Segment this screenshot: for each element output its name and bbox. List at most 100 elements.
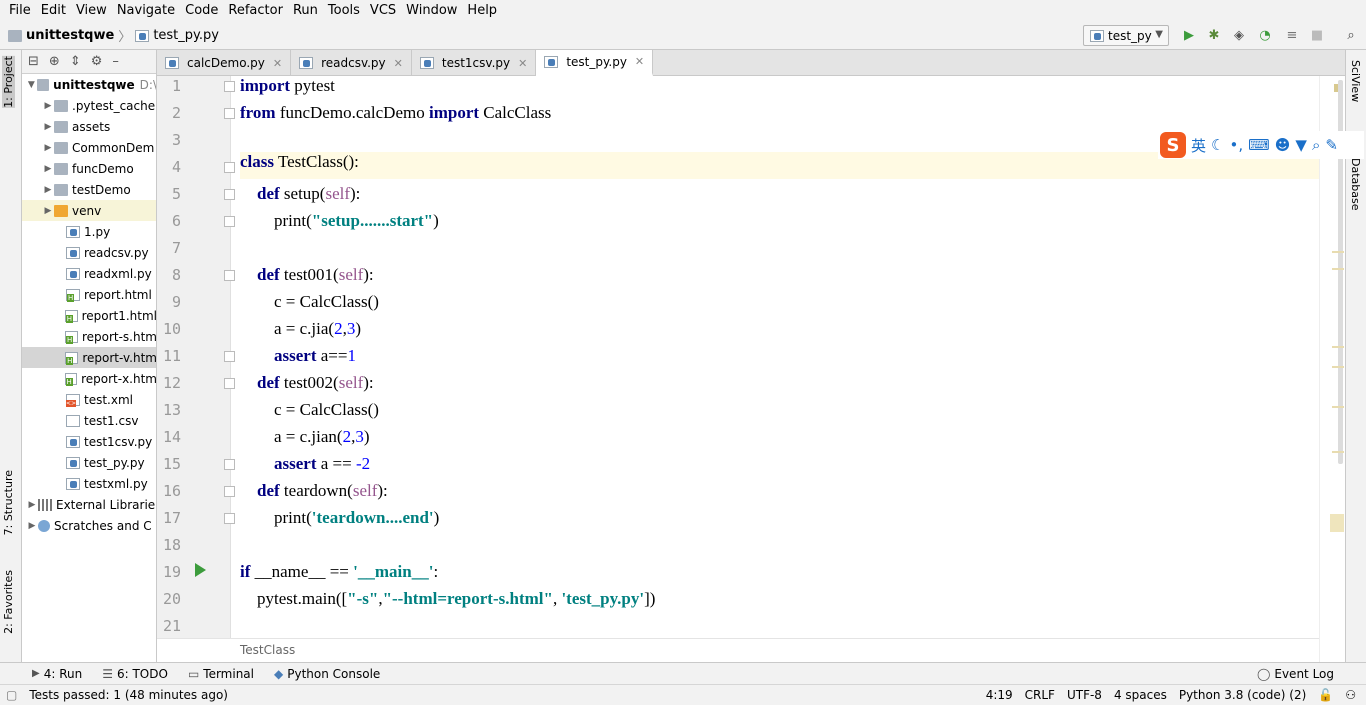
tab-test-py[interactable]: test_py.py ✕ bbox=[536, 50, 654, 76]
user-icon[interactable]: ☻ bbox=[1275, 136, 1291, 154]
tool-tab-terminal[interactable]: ▭ Terminal bbox=[178, 667, 264, 681]
close-icon[interactable]: ✕ bbox=[518, 57, 527, 70]
tree-item[interactable]: testxml.py bbox=[22, 473, 156, 494]
locate-icon[interactable]: ⊕ bbox=[49, 54, 60, 69]
expand-arrow-icon[interactable]: ▶ bbox=[42, 143, 54, 153]
moon-icon[interactable]: ☾ bbox=[1211, 136, 1224, 154]
file-encoding[interactable]: UTF-8 bbox=[1061, 688, 1108, 702]
tree-item[interactable]: report-s.htm bbox=[22, 326, 156, 347]
tree-item[interactable]: readxml.py bbox=[22, 263, 156, 284]
tree-item[interactable]: ▶ Scratches and C bbox=[22, 515, 156, 536]
menu-view[interactable]: View bbox=[71, 0, 112, 22]
ime-mode-label[interactable]: 英 bbox=[1191, 135, 1206, 156]
caret-position[interactable]: 4:19 bbox=[980, 688, 1019, 702]
menu-file[interactable]: File bbox=[4, 0, 36, 22]
tool-tab-run[interactable]: ▶ 4: Run bbox=[22, 667, 92, 681]
tree-item[interactable]: readcsv.py bbox=[22, 242, 156, 263]
expand-arrow-icon[interactable]: ▼ bbox=[26, 80, 37, 90]
editor-breadcrumb-item[interactable]: TestClass bbox=[240, 643, 295, 657]
menu-navigate[interactable]: Navigate bbox=[112, 0, 180, 22]
punctuation-icon[interactable]: •, bbox=[1229, 136, 1243, 154]
lock-icon[interactable]: 🔓 bbox=[1312, 688, 1339, 702]
tool-tab-favorites[interactable]: 2: Favorites bbox=[2, 570, 15, 634]
tree-item[interactable]: ▶ testDemo bbox=[22, 179, 156, 200]
profile-icon[interactable]: ◔ bbox=[1257, 27, 1273, 43]
coverage-icon[interactable]: ◈ bbox=[1231, 27, 1247, 43]
tree-item[interactable]: test_py.py bbox=[22, 452, 156, 473]
editor-scrollbar[interactable] bbox=[1319, 76, 1345, 662]
tree-item[interactable]: ▶ .pytest_cache bbox=[22, 95, 156, 116]
tree-item[interactable]: report.html bbox=[22, 284, 156, 305]
wrench-icon[interactable]: ✎ bbox=[1325, 136, 1338, 154]
run-gutter-icon[interactable] bbox=[195, 563, 206, 577]
collapse-icon[interactable]: ⇕ bbox=[70, 54, 81, 69]
fold-marker[interactable] bbox=[224, 513, 235, 524]
fold-marker[interactable] bbox=[224, 486, 235, 497]
scope-icon[interactable]: ⊟ bbox=[28, 54, 39, 69]
expand-arrow-icon[interactable]: ▶ bbox=[42, 101, 54, 111]
tool-tab-python-console[interactable]: ◆ Python Console bbox=[264, 667, 390, 681]
menu-run[interactable]: Run bbox=[288, 0, 323, 22]
python-interpreter[interactable]: Python 3.8 (code) (2) bbox=[1173, 688, 1312, 702]
tool-tab-project[interactable]: 1: Project bbox=[2, 56, 15, 108]
expand-arrow-icon[interactable]: ▶ bbox=[26, 500, 38, 510]
search-icon[interactable]: ⌕ bbox=[1343, 27, 1359, 43]
tab-readcsv[interactable]: readcsv.py ✕ bbox=[291, 50, 412, 76]
menu-code[interactable]: Code bbox=[180, 0, 223, 22]
sogou-logo-icon[interactable]: S bbox=[1160, 132, 1186, 158]
concurrency-icon[interactable]: ≡ bbox=[1284, 27, 1300, 43]
tool-tab-todo[interactable]: ☰ 6: TODO bbox=[92, 667, 178, 681]
tab-test1csv[interactable]: test1csv.py ✕ bbox=[412, 50, 537, 76]
tree-item[interactable]: ▶ funcDemo bbox=[22, 158, 156, 179]
close-icon[interactable]: ✕ bbox=[273, 57, 282, 70]
tree-item[interactable]: test.xml bbox=[22, 389, 156, 410]
debug-icon[interactable]: ✱ bbox=[1206, 27, 1222, 43]
shirt-icon[interactable]: ▼ bbox=[1295, 136, 1307, 154]
menu-refactor[interactable]: Refactor bbox=[223, 0, 288, 22]
breadcrumb-file[interactable]: test_py.py bbox=[153, 28, 219, 43]
tree-item[interactable]: report-x.htm bbox=[22, 368, 156, 389]
minimize-icon[interactable]: – bbox=[112, 54, 119, 69]
fold-marker[interactable] bbox=[224, 108, 235, 119]
tab-calcdemo[interactable]: calcDemo.py ✕ bbox=[157, 50, 292, 76]
keyboard-icon[interactable]: ⌨ bbox=[1248, 136, 1270, 154]
tree-item[interactable]: ▼ unittestqwe D:\ bbox=[22, 74, 156, 95]
gear-icon[interactable]: ⚙ bbox=[91, 54, 103, 69]
fold-marker[interactable] bbox=[224, 378, 235, 389]
fold-marker[interactable] bbox=[224, 189, 235, 200]
tool-tab-event-log[interactable]: ◯ Event Log bbox=[1247, 667, 1344, 681]
tool-tab-sciview[interactable]: SciView bbox=[1349, 60, 1362, 102]
expand-arrow-icon[interactable]: ▶ bbox=[42, 185, 54, 195]
fold-marker[interactable] bbox=[224, 351, 235, 362]
fold-marker[interactable] bbox=[224, 270, 235, 281]
tool-tab-structure[interactable]: 7: Structure bbox=[2, 470, 15, 535]
ime-toolbar[interactable]: S 英 ☾ •, ⌨ ☻ ▼ ⌕ ✎ bbox=[1158, 131, 1364, 159]
tree-item[interactable]: report1.html bbox=[22, 305, 156, 326]
menu-vcs[interactable]: VCS bbox=[365, 0, 401, 22]
indent-setting[interactable]: 4 spaces bbox=[1108, 688, 1173, 702]
menu-help[interactable]: Help bbox=[462, 0, 502, 22]
expand-arrow-icon[interactable]: ▶ bbox=[42, 122, 54, 132]
menu-edit[interactable]: Edit bbox=[36, 0, 71, 22]
git-icon[interactable]: ⚇ bbox=[1339, 688, 1362, 702]
tree-item[interactable]: ▶ External Librarie bbox=[22, 494, 156, 515]
tree-item[interactable]: test1csv.py bbox=[22, 431, 156, 452]
tree-item[interactable]: test1.csv bbox=[22, 410, 156, 431]
breadcrumb-project[interactable]: unittestqwe bbox=[26, 28, 114, 43]
tree-item[interactable]: ▶ venv bbox=[22, 200, 156, 221]
menu-tools[interactable]: Tools bbox=[323, 0, 365, 22]
close-icon[interactable]: ✕ bbox=[394, 57, 403, 70]
fold-marker[interactable] bbox=[224, 459, 235, 470]
status-message[interactable]: Tests passed: 1 (48 minutes ago) bbox=[23, 688, 234, 702]
fold-marker[interactable] bbox=[224, 216, 235, 227]
tool-tab-database[interactable]: Database bbox=[1349, 158, 1362, 211]
code-editor[interactable]: 1 2 3 4 5 6 7 8 9 10 11 12 13 14 15 16 17 18 19 20 21 import… bbox=[157, 76, 1319, 638]
fold-marker[interactable] bbox=[224, 81, 235, 92]
fold-marker[interactable] bbox=[224, 162, 235, 173]
stop-icon[interactable]: ■ bbox=[1309, 27, 1325, 43]
menu-window[interactable]: Window bbox=[401, 0, 462, 22]
expand-arrow-icon[interactable]: ▶ bbox=[42, 164, 54, 174]
tree-item[interactable]: ▶ assets bbox=[22, 116, 156, 137]
close-icon[interactable]: ✕ bbox=[635, 55, 644, 68]
tree-item[interactable]: report-v.htm bbox=[22, 347, 156, 368]
